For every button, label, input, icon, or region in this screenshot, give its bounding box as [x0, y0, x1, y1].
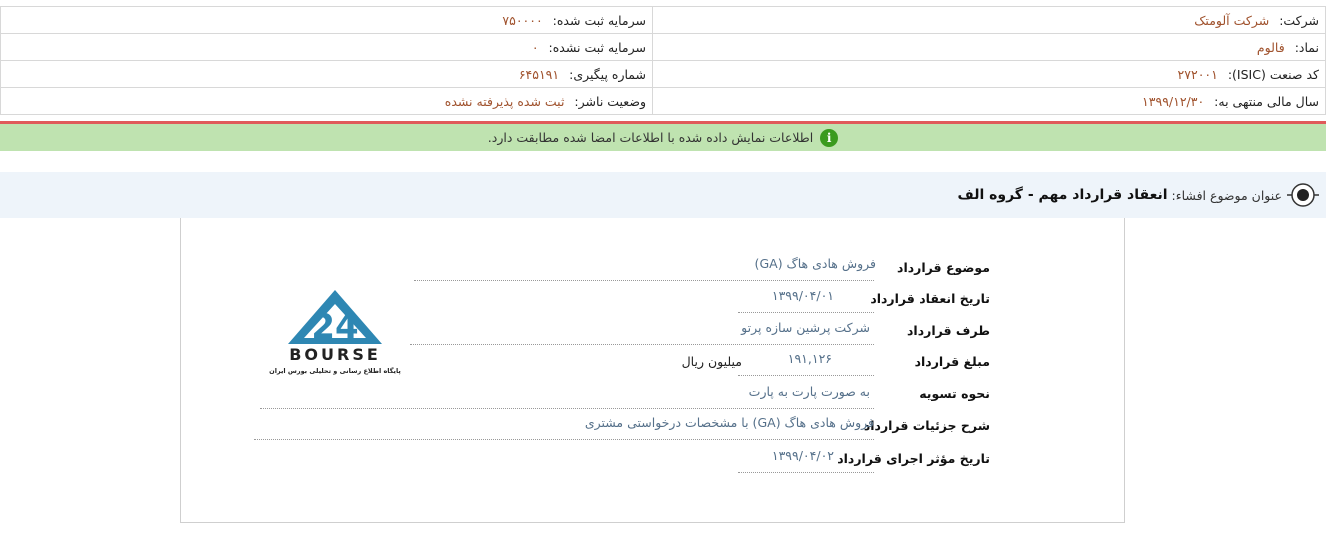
isic-label: کد صنعت (ISIC): — [1227, 66, 1319, 82]
contract-subject-value: فروش هادی هاگ (GA) — [754, 256, 876, 271]
contract-party-label: طرف قرارداد — [907, 323, 990, 338]
info-icon: i — [820, 128, 839, 147]
divider — [738, 375, 874, 376]
capital-unregistered-value: ۰ — [531, 39, 539, 55]
contract-party-value: شرکت پرشین سازه پرتو — [741, 320, 870, 335]
capital-registered-value: ۷۵۰۰۰۰ — [502, 12, 543, 28]
capital-unregistered-label: سرمایه ثبت نشده: — [548, 39, 646, 55]
divider — [260, 408, 874, 409]
company-cell: شرکت: شرکت آلومتک — [652, 6, 1326, 34]
publisher-status-cell: وضعیت ناشر: ثبت شده پذیرفته نشده — [0, 87, 653, 115]
publisher-status-label: وضعیت ناشر: — [574, 93, 646, 109]
status-message: اطلاعات نمایش داده شده با اطلاعات امضا ش… — [487, 130, 814, 145]
logo-numeral: 24 — [311, 307, 358, 347]
isic-value: ۲۷۲۰۰۱ — [1177, 66, 1218, 82]
symbol-cell: نماد: فالوم — [652, 33, 1326, 61]
publisher-status-value: ثبت شده پذیرفته نشده — [444, 93, 565, 109]
company-info-table: شرکت: شرکت آلومتک سرمایه ثبت شده: ۷۵۰۰۰۰… — [0, 6, 1326, 115]
info-row: سال مالی منتهی به: ۱۳۹۹/۱۲/۳۰ وضعیت ناشر… — [0, 87, 1326, 115]
logo-wordmark: BOURSE — [289, 345, 381, 364]
contract-amount-unit: میلیون ریال — [681, 354, 742, 369]
subject-label: عنوان موضوع افشاء: — [1171, 187, 1282, 203]
subject-title: انعقاد قرارداد مهم - گروه الف — [957, 187, 1168, 203]
divider — [254, 439, 874, 440]
contract-subject-label: موضوع قرارداد — [897, 260, 990, 275]
capital-registered-cell: سرمایه ثبت شده: ۷۵۰۰۰۰ — [0, 6, 653, 34]
contract-effective-date-value: ۱۳۹۹/۰۴/۰۲ — [771, 448, 834, 463]
tracking-label: شماره پیگیری: — [569, 66, 646, 82]
contract-amount-label: مبلغ قرارداد — [914, 354, 990, 369]
capital-unregistered-cell: سرمایه ثبت نشده: ۰ — [0, 33, 653, 61]
contract-date-label: تاریخ انعقاد قرارداد — [870, 291, 990, 306]
company-label: شرکت: — [1279, 12, 1319, 28]
contract-date-value: ۱۳۹۹/۰۴/۰۱ — [771, 288, 834, 303]
logo-tagline: پایگاه اطلاع رسانی و تحلیلی بورس ایران — [269, 367, 401, 375]
contract-amount-value: ۱۹۱,۱۲۶ — [787, 351, 832, 366]
crosshair-icon — [1286, 178, 1320, 212]
company-value[interactable]: شرکت آلومتک — [1194, 13, 1269, 28]
contract-effective-date-label: تاریخ مؤثر اجرای قرارداد — [837, 451, 990, 466]
info-row: نماد: فالوم سرمایه ثبت نشده: ۰ — [0, 33, 1326, 61]
divider — [738, 472, 874, 473]
divider — [410, 344, 874, 345]
isic-cell: کد صنعت (ISIC): ۲۷۲۰۰۱ — [652, 60, 1326, 88]
tracking-cell: شماره پیگیری: ۶۴۵۱۹۱ — [0, 60, 653, 88]
contract-settlement-label: نحوه تسویه — [919, 386, 990, 401]
tracking-value: ۶۴۵۱۹۱ — [518, 66, 560, 82]
symbol-value[interactable]: فالوم — [1257, 40, 1285, 55]
capital-registered-label: سرمایه ثبت شده: — [552, 12, 646, 28]
info-row: شرکت: شرکت آلومتک سرمایه ثبت شده: ۷۵۰۰۰۰ — [0, 6, 1326, 34]
fiscal-value: ۱۳۹۹/۱۲/۳۰ — [1142, 93, 1205, 109]
signature-status-bar: i اطلاعات نمایش داده شده با اطلاعات امضا… — [0, 121, 1326, 151]
fiscal-label: سال مالی منتهی به: — [1214, 93, 1319, 109]
symbol-label: نماد: — [1294, 39, 1319, 55]
info-row: کد صنعت (ISIC): ۲۷۲۰۰۱ شماره پیگیری: ۶۴۵… — [0, 60, 1326, 88]
divider — [738, 312, 874, 313]
contract-settlement-value: به صورت پارت به پارت — [748, 384, 870, 399]
contract-details-value: فروش هادی هاگ (GA) با مشخصات درخواستی مش… — [584, 415, 874, 430]
contract-details-label: شرح جزئیات قرارداد — [863, 418, 990, 433]
divider — [414, 280, 874, 281]
disclosure-subject-header: عنوان موضوع افشاء: انعقاد قرارداد مهم - … — [0, 172, 1326, 218]
bourse24-logo: 24 BOURSE پایگاه اطلاع رسانی و تحلیلی بو… — [262, 288, 408, 378]
fiscal-cell: سال مالی منتهی به: ۱۳۹۹/۱۲/۳۰ — [652, 87, 1326, 115]
